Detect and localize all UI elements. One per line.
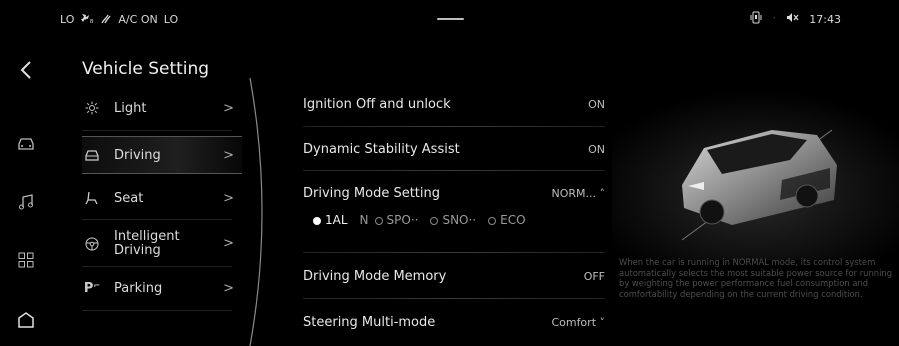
toggle-value[interactable]: OFF xyxy=(584,270,605,283)
setting-label: Steering Multi-mode xyxy=(303,314,436,330)
setting-label: Dynamic Stability Assist xyxy=(303,141,460,157)
home-icon[interactable] xyxy=(14,308,38,332)
car-icon[interactable] xyxy=(14,132,38,156)
toggle-value[interactable]: ON xyxy=(588,143,605,156)
driving-mode-options: 1AL N SPO·· SNO·· ECO xyxy=(313,213,526,227)
ac-status: A/C ON xyxy=(118,13,158,26)
chevron-right-icon: > xyxy=(223,147,234,163)
category-label: Seat xyxy=(114,190,144,206)
svg-text:B: B xyxy=(90,19,94,24)
ac-airflow-icon xyxy=(100,13,112,27)
mode-option-selected[interactable]: 1AL xyxy=(313,213,348,227)
light-icon xyxy=(82,101,102,115)
divider xyxy=(82,219,232,220)
panel-divider-arc xyxy=(249,78,263,346)
setting-steering-multi-mode[interactable]: Steering Multi-mode Comfort ˅ xyxy=(303,300,605,344)
setting-driving-mode[interactable]: Driving Mode Setting NORM... ˄ xyxy=(303,171,605,215)
left-temp: LO xyxy=(60,13,75,26)
left-rail xyxy=(0,40,52,346)
mode-option[interactable]: ECO xyxy=(488,213,526,227)
steering-wheel-icon xyxy=(82,237,102,251)
category-label: Intelligent Driving xyxy=(114,229,180,258)
parking-icon: P ⌐ xyxy=(83,280,101,296)
setting-label: Ignition Off and unlock xyxy=(303,96,451,112)
chevron-right-icon: > xyxy=(223,190,234,206)
radio-icon xyxy=(488,216,497,225)
category-seat[interactable]: Seat > xyxy=(82,180,242,216)
mode-option[interactable]: SNO·· xyxy=(430,213,476,227)
phone-connected-icon xyxy=(750,11,762,27)
mode-description: When the car is running in NORMAL mode, … xyxy=(619,257,893,300)
setting-ignition-off-unlock[interactable]: Ignition Off and unlock ON xyxy=(303,82,605,126)
divider xyxy=(82,130,232,131)
dropdown-value[interactable]: NORM... ˄ xyxy=(551,187,605,200)
mode-option[interactable]: SPO·· xyxy=(374,213,418,227)
car-illustration xyxy=(612,90,899,260)
category-light[interactable]: Light > xyxy=(82,90,242,126)
fan-icon: B xyxy=(80,12,94,27)
radio-icon xyxy=(374,216,383,225)
setting-label: Driving Mode Memory xyxy=(303,268,447,284)
setting-driving-mode-memory[interactable]: Driving Mode Memory OFF xyxy=(303,254,605,298)
category-label: Parking xyxy=(114,280,163,296)
radio-selected-icon xyxy=(313,216,321,225)
chevron-right-icon: > xyxy=(223,280,234,296)
category-driving[interactable]: Driving > xyxy=(82,136,242,174)
divider xyxy=(303,252,605,253)
page-title: Vehicle Setting xyxy=(82,59,210,79)
chevron-right-icon: > xyxy=(223,236,234,251)
category-label: Light xyxy=(114,100,147,116)
category-intelligent-driving[interactable]: Intelligent Driving > xyxy=(82,224,242,264)
car-icon xyxy=(82,149,102,162)
dropdown-value[interactable]: Comfort ˅ xyxy=(551,316,605,329)
radio-icon xyxy=(430,216,439,225)
divider xyxy=(82,310,232,311)
bluetooth-icon: ᛫ xyxy=(771,13,778,25)
system-status: ᛫ 17:43 xyxy=(750,11,841,27)
setting-dynamic-stability-assist[interactable]: Dynamic Stability Assist ON xyxy=(303,127,605,171)
volume-muted-icon xyxy=(786,12,800,26)
right-temp: LO xyxy=(163,13,179,26)
apps-icon[interactable] xyxy=(14,248,38,272)
divider xyxy=(82,266,232,267)
category-parking[interactable]: P ⌐ Parking > xyxy=(82,270,242,306)
category-label: Driving xyxy=(114,147,161,163)
seat-icon xyxy=(82,191,102,205)
back-icon[interactable] xyxy=(14,58,38,82)
chevron-right-icon: > xyxy=(223,100,234,116)
mode-option-partial[interactable]: N xyxy=(360,213,369,227)
setting-label: Driving Mode Setting xyxy=(303,185,440,201)
divider xyxy=(303,298,605,299)
toggle-value[interactable]: ON xyxy=(588,98,605,111)
clock: 17:43 xyxy=(809,12,841,26)
music-icon[interactable] xyxy=(14,190,38,214)
climate-status: LO B A/C ON LO xyxy=(60,12,178,27)
drag-handle[interactable] xyxy=(437,18,464,20)
